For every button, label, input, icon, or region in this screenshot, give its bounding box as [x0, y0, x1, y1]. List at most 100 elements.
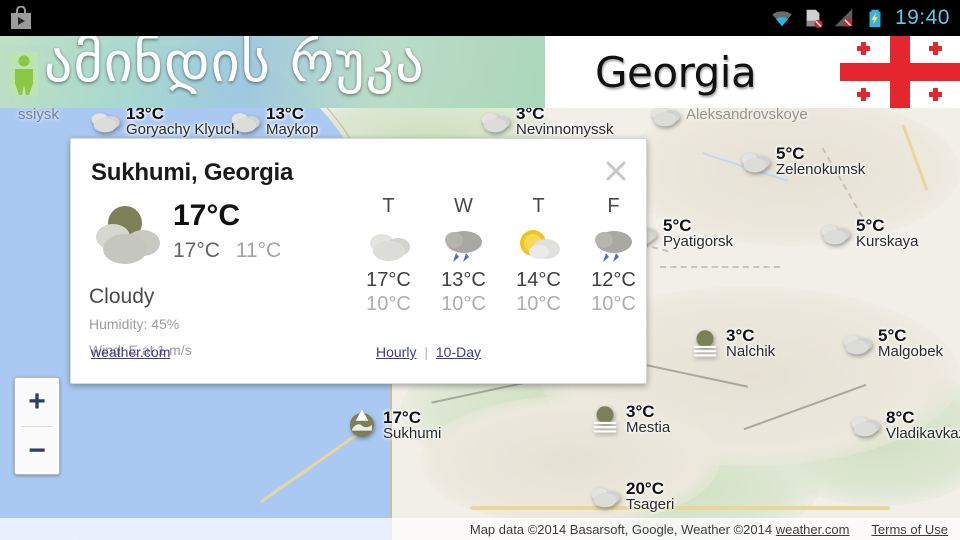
marker-city-name: ssiysk [18, 106, 59, 124]
marker-temperature: 5°C [856, 215, 885, 235]
forecast-row: T 17°C 10°C W 13°C 10°C T 14°C 10°C F 12°C 10°C [351, 195, 651, 316]
marker-label: 3°C Mestia [626, 402, 671, 437]
map-marker-nalchik[interactable]: 3°C Nalchik [688, 326, 775, 360]
current-humidity: Humidity: 45% [89, 316, 180, 332]
map-marker-zelenokumsk[interactable]: 5°C Zelenokumsk [738, 144, 865, 178]
georgia-flag-icon [840, 36, 960, 108]
forecast-day-label: F [607, 195, 620, 217]
forecast-low: 10°C [516, 293, 561, 315]
attribution-weather-link[interactable]: weather.com [776, 522, 850, 537]
marker-label: 13°C Goryachy Klyuch [126, 104, 240, 139]
status-icons: 19:40 [771, 0, 950, 36]
marker-label: 13°C Maykop [266, 104, 319, 139]
marker-city-name: Vladikavkaz [886, 425, 960, 443]
fog-icon [588, 402, 622, 436]
cloudy-icon [818, 216, 852, 250]
terms-of-use-link[interactable]: Terms of Use [871, 522, 948, 537]
current-low: 11°C [235, 239, 282, 262]
current-temperature: 17°C [173, 199, 241, 232]
weather-map-screen: 19:40 13°C Goryachy Klyuch 13°C Maykop 3°C Ne… [0, 0, 960, 540]
forecast-day-column: T 14°C 10°C [501, 195, 576, 316]
marker-city-name: Goryachy Klyuch [126, 121, 240, 139]
marker-temperature: 3°C [726, 325, 755, 345]
status-clock: 19:40 [894, 6, 950, 29]
marker-temperature: 8°C [886, 407, 915, 427]
current-high-low: 17°C 11°C [173, 239, 281, 263]
marker-city-name: Aleksandrovskoye [686, 106, 808, 124]
banner-right-panel: Georgia [545, 36, 960, 108]
zoom-out-button[interactable]: − [15, 427, 59, 475]
marker-label: 3°C Nevinnomyssk [516, 104, 614, 137]
cloudy-icon [588, 479, 622, 513]
map-marker-vladikavkaz[interactable]: 8°C Vladikavkaz [848, 408, 960, 442]
sdcard-disabled-icon [806, 9, 823, 29]
cloudy-icon [848, 408, 882, 442]
marker-label: 5°C Kurskaya [856, 215, 919, 251]
card-links: weather.com Hourly | 10-Day [91, 344, 631, 360]
forecast-links: Hourly | 10-Day [376, 344, 481, 360]
forecast-day-column: W 13°C 10°C [426, 195, 501, 316]
marker-temperature: 20°C [626, 478, 664, 498]
map-marker-sukhumi[interactable]: 17°C Sukhumi [345, 408, 441, 442]
forecast-day-label: T [532, 195, 545, 217]
marker-label: 5°C Pyatigorsk [663, 215, 734, 251]
cloudy-icon [365, 223, 413, 267]
road-line [470, 506, 890, 510]
forecast-day-label: T [382, 195, 395, 217]
marker-label: 20°C Tsageri [626, 478, 675, 514]
map-marker-mestia[interactable]: 3°C Mestia [588, 402, 670, 436]
attribution-text: Map data ©2014 Basarsoft, Google, Weathe… [469, 521, 850, 537]
cloudy-icon [738, 144, 772, 178]
zoom-in-button[interactable]: + [15, 378, 59, 426]
forecast-low: 10°C [441, 293, 486, 315]
forecast-day-column: T 17°C 10°C [351, 195, 426, 316]
map-zoom-control[interactable]: + − [14, 377, 60, 475]
marker-city-name: Pyatigorsk [663, 233, 734, 251]
link-separator: | [424, 344, 428, 360]
playstore-bag-icon [11, 6, 31, 29]
card-title: Sukhumi, Georgia [91, 159, 294, 186]
cloudy-sun-icon [96, 206, 160, 264]
forecast-low: 10°C [591, 293, 636, 315]
forecast-high: 12°C [591, 269, 636, 291]
app-banner: ამინდის რუკა Georgia [0, 36, 960, 108]
marker-city-name: Tsageri [626, 496, 675, 514]
marker-temperature: 5°C [663, 215, 692, 235]
forecast-high: 14°C [516, 269, 561, 291]
map-marker-goryachy-klyuch[interactable]: 13°C Goryachy Klyuch [88, 104, 239, 138]
current-high: 17°C [173, 239, 220, 262]
current-conditions: 17°C 17°C 11°C Cloudy Humidity: 45% Wind… [89, 197, 324, 361]
marker-label: 17°C Sukhumi [383, 407, 442, 443]
cloudy-icon [88, 104, 122, 138]
marker-label: Aleksandrovskoye [686, 106, 808, 124]
wifi-icon [772, 11, 792, 27]
map-marker-nevinnomyssk[interactable]: 3°C Nevinnomyssk [478, 104, 614, 138]
status-bar: 19:40 [0, 0, 960, 36]
current-condition: Cloudy [89, 285, 155, 308]
weather-source-link[interactable]: weather.com [91, 344, 170, 360]
banner-left-panel: ამინდის რუკა [0, 36, 545, 108]
weather-info-card: Sukhumi, Georgia 17°C 17°C 11°C Cloudy H… [70, 138, 647, 384]
map-marker-kurskaya[interactable]: 5°C Kurskaya [818, 216, 919, 250]
marker-city-name: Maykop [266, 121, 319, 139]
map-marker-maykop[interactable]: 13°C Maykop [228, 104, 319, 138]
battery-charging-icon [869, 9, 881, 28]
forecast-day-column: F 12°C 10°C [576, 195, 651, 316]
forecast-high: 17°C [366, 269, 411, 291]
cloudy-icon [228, 104, 262, 138]
current-temps: 17°C 17°C 11°C [173, 197, 281, 263]
marker-city-name: Kurskaya [856, 233, 919, 251]
map-marker-malgobek[interactable]: 5°C Malgobek [840, 326, 943, 360]
marker-city-name: Mestia [626, 419, 671, 437]
marker-temperature: 17°C [383, 407, 421, 427]
marker-city-name: Sukhumi [383, 425, 442, 443]
map-marker-tsageri[interactable]: 20°C Tsageri [588, 479, 674, 513]
banner-title-en: Georgia [595, 47, 757, 97]
marker-temperature: 5°C [776, 143, 805, 163]
person-icon [10, 52, 38, 96]
ten-day-link[interactable]: 10-Day [436, 344, 481, 360]
hourly-link[interactable]: Hourly [376, 344, 416, 360]
close-icon[interactable] [602, 157, 630, 185]
partly-sunny-icon [515, 223, 563, 267]
marker-city-name: Zelenokumsk [776, 161, 866, 179]
